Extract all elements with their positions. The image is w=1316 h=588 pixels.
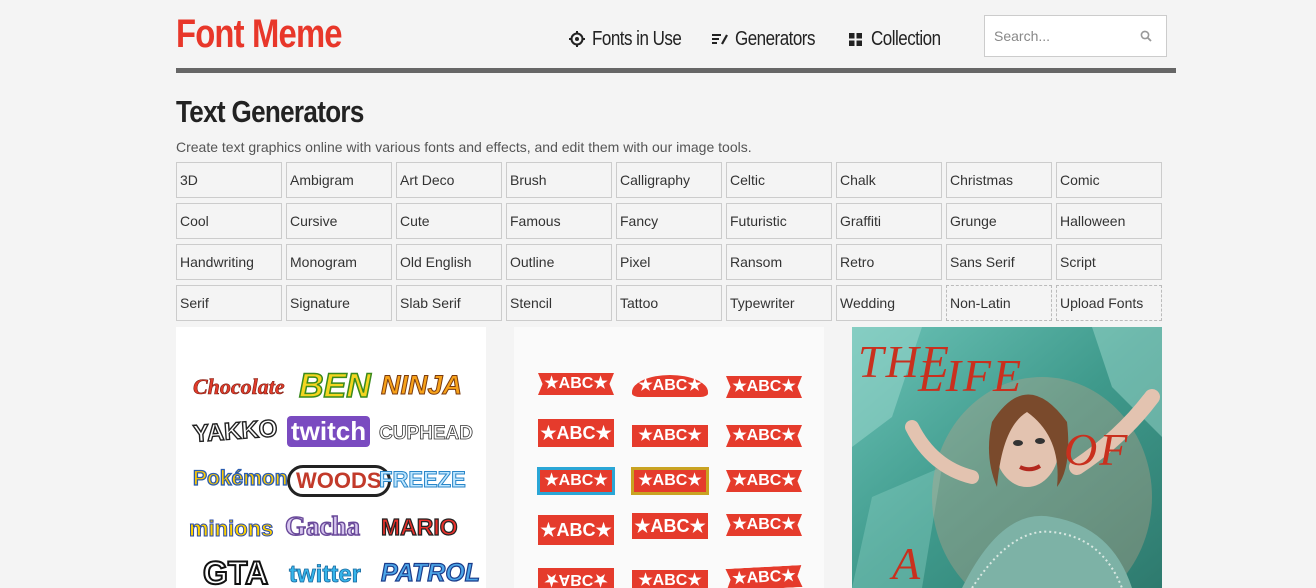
logo-sample: minions <box>188 516 274 542</box>
category-art-deco[interactable]: Art Deco <box>396 162 502 198</box>
banner-sample: ★ABC★ <box>538 373 614 395</box>
banner-sample: ★ABC★ <box>540 470 612 492</box>
category-grid: 3D Ambigram Art Deco Brush Calligraphy Celtic… <box>176 162 1166 321</box>
page-title: Text Generators <box>176 94 364 129</box>
banner-sample: ★ABC★ <box>538 515 614 545</box>
category-serif[interactable]: Serif <box>176 285 282 321</box>
category-script[interactable]: Script <box>1056 244 1162 280</box>
category-chalk[interactable]: Chalk <box>836 162 942 198</box>
banner-sample: ★ABC★ <box>726 425 802 447</box>
banner-sample: ★ABC★ <box>538 419 614 447</box>
category-cursive[interactable]: Cursive <box>286 203 392 239</box>
category-typewriter[interactable]: Typewriter <box>726 285 832 321</box>
category-celtic[interactable]: Celtic <box>726 162 832 198</box>
category-halloween[interactable]: Halloween <box>1056 203 1162 239</box>
nav-label: Fonts in Use <box>592 27 682 50</box>
logo-sample: Gacha <box>284 510 361 541</box>
banner-sample: ★ABC★ <box>726 376 802 398</box>
banner-sample: ★ABC★ <box>632 513 708 539</box>
nav-generators[interactable]: Generators <box>712 25 829 53</box>
category-handwriting[interactable]: Handwriting <box>176 244 282 280</box>
category-slab-serif[interactable]: Slab Serif <box>396 285 502 321</box>
banner-sample: ★ABC★ <box>726 470 802 492</box>
logo-sample: GTA <box>202 554 269 588</box>
category-pixel[interactable]: Pixel <box>616 244 722 280</box>
banner-samples-card[interactable]: ★ABC★ ★ABC★ ★ABC★ ★ABC★ ★ABC★ ★ABC★ ★ABC… <box>514 327 824 588</box>
category-ransom[interactable]: Ransom <box>726 244 832 280</box>
nav-label: Collection <box>871 27 941 50</box>
category-ambigram[interactable]: Ambigram <box>286 162 392 198</box>
category-comic[interactable]: Comic <box>1056 162 1162 198</box>
logo-sample: NINJA <box>380 370 463 401</box>
category-old-english[interactable]: Old English <box>396 244 502 280</box>
logo-sample: PATROL <box>380 558 481 587</box>
logo-sample: MARIO <box>380 513 458 540</box>
search-icon[interactable] <box>1140 29 1152 42</box>
category-cute[interactable]: Cute <box>396 203 502 239</box>
category-christmas[interactable]: Christmas <box>946 162 1052 198</box>
category-tattoo[interactable]: Tattoo <box>616 285 722 321</box>
logo-sample: twitch <box>287 416 371 447</box>
category-upload-fonts[interactable]: Upload Fonts <box>1056 285 1162 321</box>
logo-sample: BEN <box>298 366 371 406</box>
search-input[interactable] <box>985 16 1134 56</box>
header-divider <box>176 68 1176 73</box>
logo-sample: CUPHEAD <box>379 423 474 445</box>
logo-sample: YAKKO <box>191 414 279 448</box>
banner-sample: ★ABC★ <box>632 570 708 588</box>
pen-list-icon <box>712 31 728 47</box>
search-box <box>984 15 1167 57</box>
category-monogram[interactable]: Monogram <box>286 244 392 280</box>
banner-sample: ★ABC★ <box>538 568 614 588</box>
poster-text: A <box>892 538 923 588</box>
category-outline[interactable]: Outline <box>506 244 612 280</box>
logo-sample: WOODS <box>287 465 391 497</box>
banner-sample: ★ABC★ <box>726 514 802 536</box>
category-calligraphy[interactable]: Calligraphy <box>616 162 722 198</box>
crosshair-icon <box>569 31 585 47</box>
nav-fonts-in-use[interactable]: Fonts in Use <box>569 25 697 53</box>
category-signature[interactable]: Signature <box>286 285 392 321</box>
page-intro: Create text graphics online with various… <box>176 139 752 155</box>
category-graffiti[interactable]: Graffiti <box>836 203 942 239</box>
category-fancy[interactable]: Fancy <box>616 203 722 239</box>
category-cool[interactable]: Cool <box>176 203 282 239</box>
category-stencil[interactable]: Stencil <box>506 285 612 321</box>
category-wedding[interactable]: Wedding <box>836 285 942 321</box>
category-retro[interactable]: Retro <box>836 244 942 280</box>
logo-samples-card[interactable]: Chocolate BEN NINJA YAKKO twitch CUPHEAD… <box>176 327 486 588</box>
category-grunge[interactable]: Grunge <box>946 203 1052 239</box>
site-logo[interactable]: Font Meme <box>176 12 343 57</box>
poster-card[interactable]: THE LIFE OF A <box>852 327 1162 588</box>
category-3d[interactable]: 3D <box>176 162 282 198</box>
nav-collection[interactable]: Collection <box>848 25 953 53</box>
logo-sample: FREEZE <box>379 467 467 493</box>
banner-sample: ★ABC★ <box>725 565 802 588</box>
banner-sample: ★ABC★ <box>634 470 706 492</box>
category-famous[interactable]: Famous <box>506 203 612 239</box>
grid-icon <box>848 31 864 47</box>
logo-sample: Chocolate <box>193 374 285 400</box>
poster-text: LIFE <box>918 350 1024 401</box>
category-brush[interactable]: Brush <box>506 162 612 198</box>
logo-samples-image: Chocolate BEN NINJA YAKKO twitch CUPHEAD… <box>188 363 481 588</box>
logo-sample: twitter <box>289 561 362 588</box>
logo-sample: Pokémon <box>192 466 288 490</box>
banner-sample: ★ABC★ <box>632 375 708 397</box>
category-non-latin[interactable]: Non-Latin <box>946 285 1052 321</box>
category-futuristic[interactable]: Futuristic <box>726 203 832 239</box>
poster-text: OF <box>1064 424 1130 475</box>
nav-label: Generators <box>735 27 815 50</box>
category-sans-serif[interactable]: Sans Serif <box>946 244 1052 280</box>
banner-sample: ★ABC★ <box>632 425 708 447</box>
